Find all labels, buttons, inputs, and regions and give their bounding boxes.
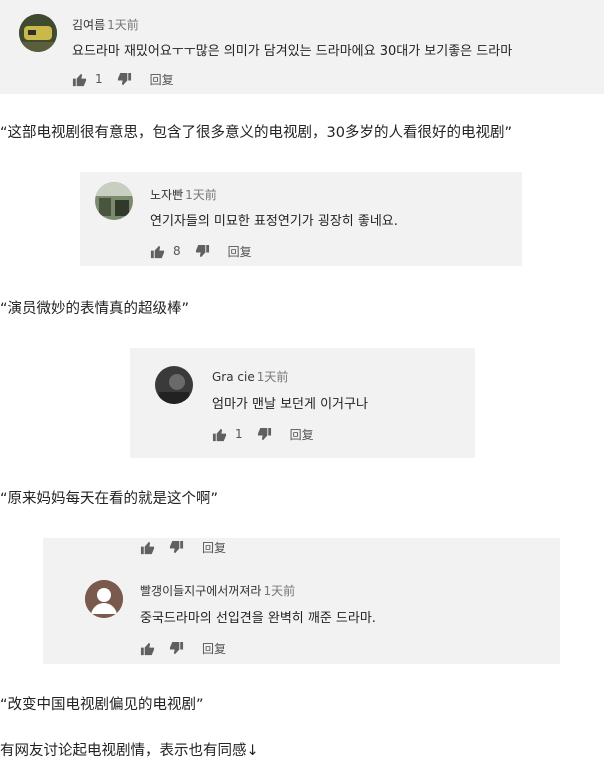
translation-text: “原来妈妈每天在看的就是这个啊” — [0, 491, 219, 507]
comment-actions: 回复 — [140, 639, 226, 657]
thumb-down-icon[interactable] — [195, 244, 210, 259]
avatar[interactable] — [85, 580, 123, 618]
comment-time: 1天前 — [107, 18, 139, 32]
comment-author[interactable]: 노자빤 1天前 — [150, 186, 217, 203]
comment-author[interactable]: 김여름 1天前 — [72, 16, 139, 33]
reply-button[interactable]: 回复 — [202, 640, 226, 657]
avatar[interactable] — [155, 366, 193, 404]
thumb-down-icon[interactable] — [169, 641, 184, 656]
thumb-up-icon[interactable] — [150, 244, 165, 259]
thumb-up-icon[interactable] — [72, 72, 87, 87]
thumb-down-icon[interactable] — [169, 540, 184, 555]
comment-text: 중국드라마의 선입견을 완벽히 깨준 드라마. — [140, 611, 376, 626]
like-count: 1 — [95, 72, 103, 86]
translation-text: “改变中国电视剧偏见的电视剧” — [0, 697, 204, 713]
reply-button[interactable]: 回复 — [228, 243, 252, 260]
comment-text: 엄마가 맨날 보던게 이거구나 — [212, 397, 368, 412]
thumb-down-icon[interactable] — [257, 427, 272, 442]
comment-card: 回复 빨갱이들지구에서꺼져라 1天前 중국드라마의 선입견을 완벽히 깨준 드라마… — [43, 538, 560, 664]
comment-author[interactable]: Gra cie 1天前 — [212, 368, 288, 385]
comment-actions: 8 回复 — [150, 242, 252, 260]
comment-actions: 1 回复 — [212, 425, 314, 443]
comment-text: 연기자들의 미묘한 표정연기가 굉장히 좋네요. — [150, 214, 398, 229]
thumb-up-icon[interactable] — [140, 641, 155, 656]
reply-button[interactable]: 回复 — [150, 71, 174, 88]
closing-text: 有网友讨论起电视剧情，表示也有同感↓ — [0, 743, 259, 759]
thumb-up-icon[interactable] — [140, 540, 155, 555]
comment-card: 노자빤 1天前 연기자들의 미묘한 표정연기가 굉장히 좋네요. 8 回复 — [80, 172, 522, 266]
thumb-down-icon[interactable] — [117, 72, 132, 87]
avatar[interactable] — [19, 14, 57, 52]
translation-text: “这部电视剧很有意思，包含了很多意义的电视剧，30多岁的人看很好的电视剧” — [0, 125, 512, 141]
avatar[interactable] — [95, 182, 133, 220]
comment-actions: 1 回复 — [72, 70, 174, 88]
like-count: 1 — [235, 427, 243, 441]
reply-button[interactable]: 回复 — [202, 539, 226, 556]
comment-card: Gra cie 1天前 엄마가 맨날 보던게 이거구나 1 回复 — [130, 348, 475, 458]
reply-button[interactable]: 回复 — [290, 426, 314, 443]
comment-card: 김여름 1天前 요드라마 재밌어요ㅜㅜ많은 의미가 담겨있는 드라마에요 30대가… — [0, 0, 604, 94]
translation-text: “演员微妙的表情真的超级棒” — [0, 301, 190, 317]
comment-time: 1天前 — [263, 584, 296, 598]
thumb-up-icon[interactable] — [212, 427, 227, 442]
comment-time: 1天前 — [256, 370, 289, 384]
comment-author[interactable]: 빨갱이들지구에서꺼져라 1天前 — [140, 582, 295, 599]
like-count: 8 — [173, 244, 181, 258]
comment-actions: 回复 — [140, 538, 226, 556]
comment-text: 요드라마 재밌어요ㅜㅜ많은 의미가 담겨있는 드라마에요 30대가 보기좋은 드… — [72, 44, 513, 59]
comment-time: 1天前 — [185, 188, 217, 202]
